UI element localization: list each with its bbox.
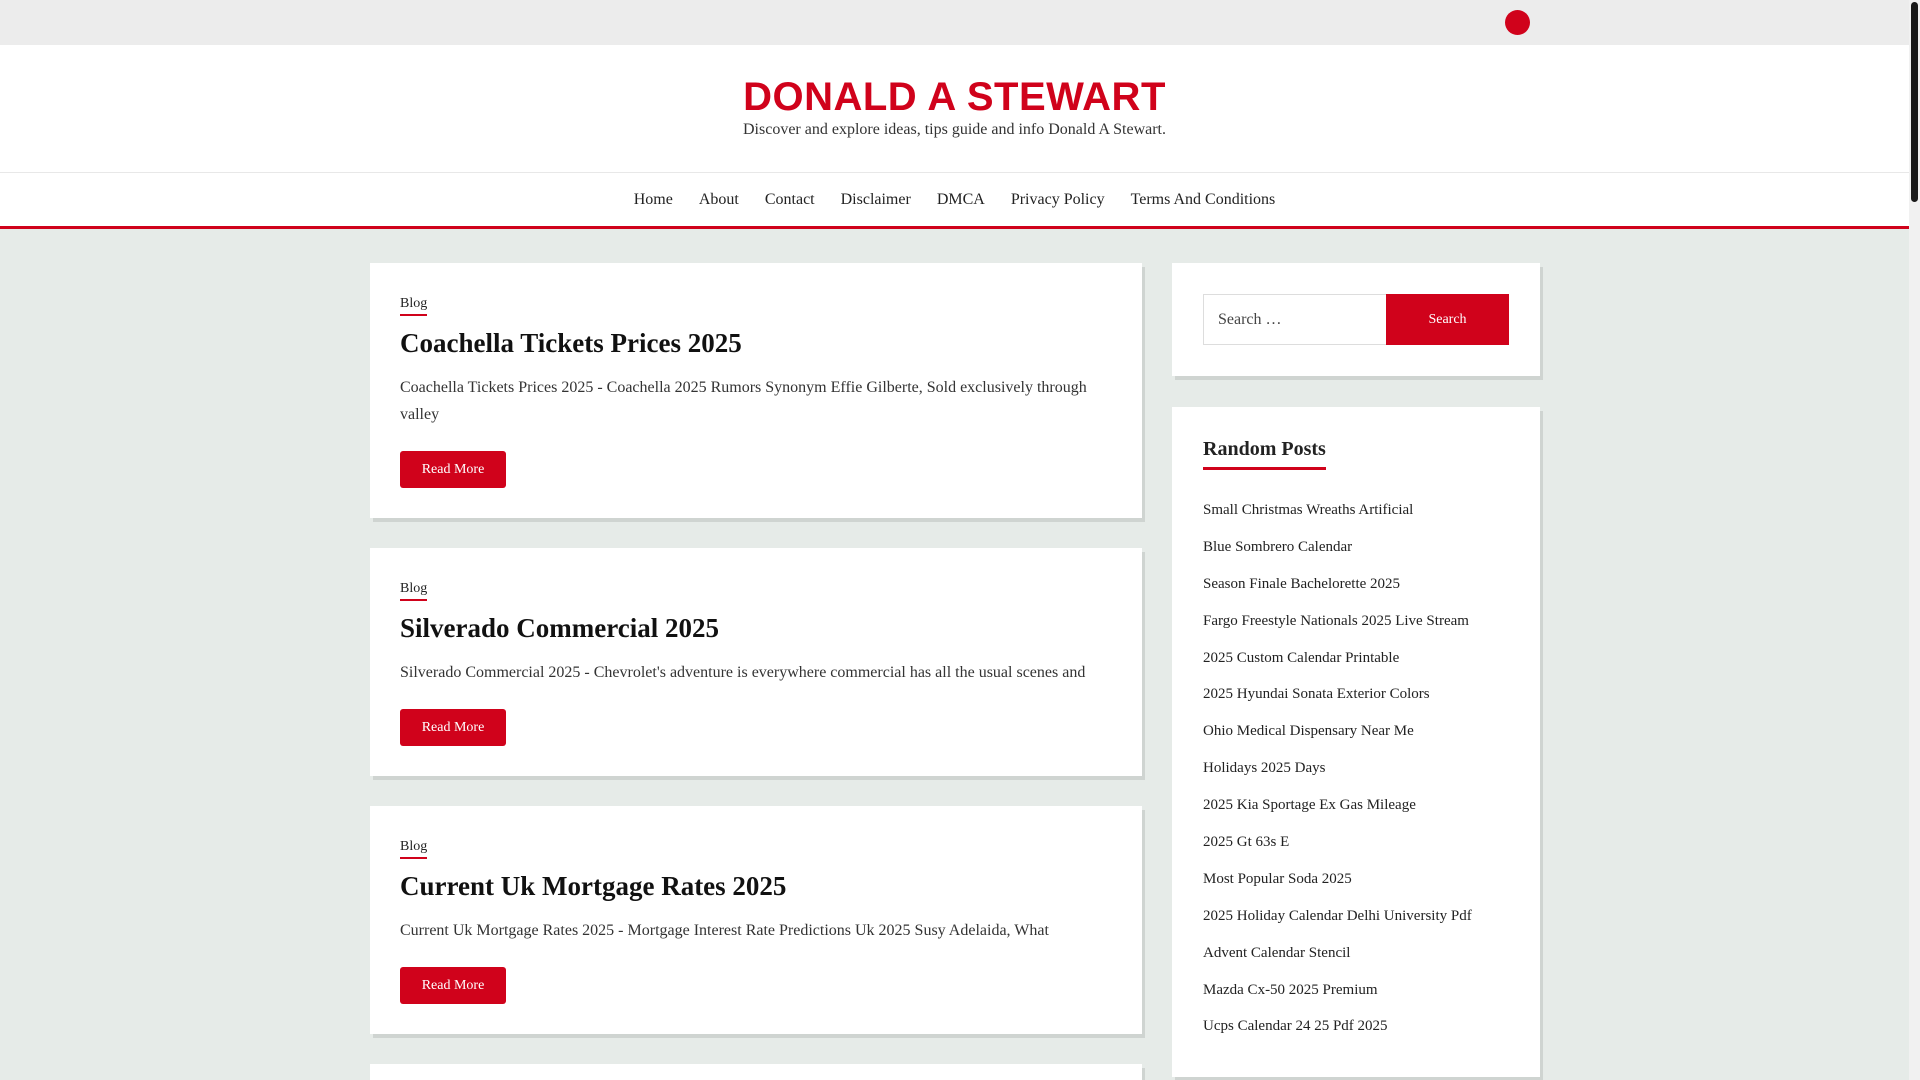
nav-item-privacy-policy[interactable]: Privacy Policy bbox=[1011, 191, 1105, 209]
search-widget: Search … Search bbox=[1172, 263, 1540, 376]
random-post-link[interactable]: 2025 Kia Sportage Ex Gas Mileage bbox=[1203, 794, 1472, 831]
post-title[interactable]: Coachella Tickets Prices 2025 bbox=[400, 328, 742, 359]
top-bar bbox=[0, 0, 1909, 45]
random-posts-list: Small Christmas Wreaths Artificial Blue … bbox=[1203, 499, 1472, 1052]
site-title[interactable]: DONALD A STEWART bbox=[0, 75, 1909, 120]
site-tagline: Discover and explore ideas, tips guide a… bbox=[742, 121, 1166, 138]
read-more-button[interactable]: Read More bbox=[400, 709, 506, 746]
widget-title: Random Posts bbox=[1203, 438, 1326, 470]
nav-item-terms[interactable]: Terms And Conditions bbox=[1131, 191, 1276, 209]
random-post-link[interactable]: 2025 Hyundai Sonata Exterior Colors bbox=[1203, 683, 1472, 720]
random-post-link[interactable]: Most Popular Soda 2025 bbox=[1203, 868, 1472, 905]
nav-item-disclaimer[interactable]: Disclaimer bbox=[841, 191, 911, 209]
main-nav: Home About Contact Disclaimer DMCA Priva… bbox=[0, 172, 1909, 229]
post-excerpt: Silverado Commercial 2025 - Chevrolet's … bbox=[400, 664, 1086, 681]
post-title[interactable]: Silverado Commercial 2025 bbox=[400, 613, 719, 644]
category-badge[interactable]: Blog bbox=[400, 296, 428, 316]
random-post-link[interactable]: Fargo Freestyle Nationals 2025 Live Stre… bbox=[1203, 610, 1472, 647]
nav-item-about[interactable]: About bbox=[699, 191, 739, 209]
random-post-link[interactable]: Ohio Medical Dispensary Near Me bbox=[1203, 720, 1472, 757]
random-post-link[interactable]: Holidays 2025 Days bbox=[1203, 757, 1472, 794]
random-post-link[interactable]: 2025 Gt 63s E bbox=[1203, 831, 1472, 868]
nav-list: Home About Contact Disclaimer DMCA Priva… bbox=[0, 191, 1909, 209]
search-input[interactable]: Search … bbox=[1203, 294, 1386, 345]
nav-item-home[interactable]: Home bbox=[634, 191, 673, 209]
random-post-link[interactable]: Ucps Calendar 24 25 Pdf 2025 bbox=[1203, 1015, 1472, 1052]
site-header: DONALD A STEWART Discover and explore id… bbox=[0, 45, 1909, 172]
random-post-link[interactable]: Small Christmas Wreaths Artificial bbox=[1203, 499, 1472, 536]
post-excerpt: Coachella Tickets Prices 2025 - Coachell… bbox=[400, 379, 1087, 423]
post-card bbox=[370, 1064, 1142, 1080]
random-post-link[interactable]: 2025 Holiday Calendar Delhi University P… bbox=[1203, 905, 1472, 942]
random-post-link[interactable]: Mazda Cx-50 2025 Premium bbox=[1203, 979, 1472, 1016]
random-post-link[interactable]: 2025 Custom Calendar Printable bbox=[1203, 647, 1472, 684]
read-more-button[interactable]: Read More bbox=[400, 451, 506, 488]
search-button[interactable]: Search bbox=[1386, 294, 1509, 345]
random-post-link[interactable]: Season Finale Bachelorette 2025 bbox=[1203, 573, 1472, 610]
scrollbar-thumb[interactable] bbox=[1911, 2, 1918, 202]
random-post-link[interactable]: Advent Calendar Stencil bbox=[1203, 942, 1472, 979]
record-dot-icon[interactable] bbox=[1505, 10, 1530, 35]
post-excerpt: Current Uk Mortgage Rates 2025 - Mortgag… bbox=[400, 922, 1049, 939]
nav-item-dmca[interactable]: DMCA bbox=[937, 191, 985, 209]
category-badge[interactable]: Blog bbox=[400, 581, 428, 601]
post-card: Blog Silverado Commercial 2025 Silverado… bbox=[370, 548, 1142, 776]
random-post-link[interactable]: Blue Sombrero Calendar bbox=[1203, 536, 1472, 573]
random-posts-widget: Random Posts Small Christmas Wreaths Art… bbox=[1172, 407, 1540, 1077]
read-more-button[interactable]: Read More bbox=[400, 967, 506, 1004]
nav-item-contact[interactable]: Contact bbox=[765, 191, 815, 209]
category-badge[interactable]: Blog bbox=[400, 839, 428, 859]
post-title[interactable]: Current Uk Mortgage Rates 2025 bbox=[400, 871, 786, 902]
post-card: Blog Coachella Tickets Prices 2025 Coach… bbox=[370, 263, 1142, 518]
post-card: Blog Current Uk Mortgage Rates 2025 Curr… bbox=[370, 806, 1142, 1034]
